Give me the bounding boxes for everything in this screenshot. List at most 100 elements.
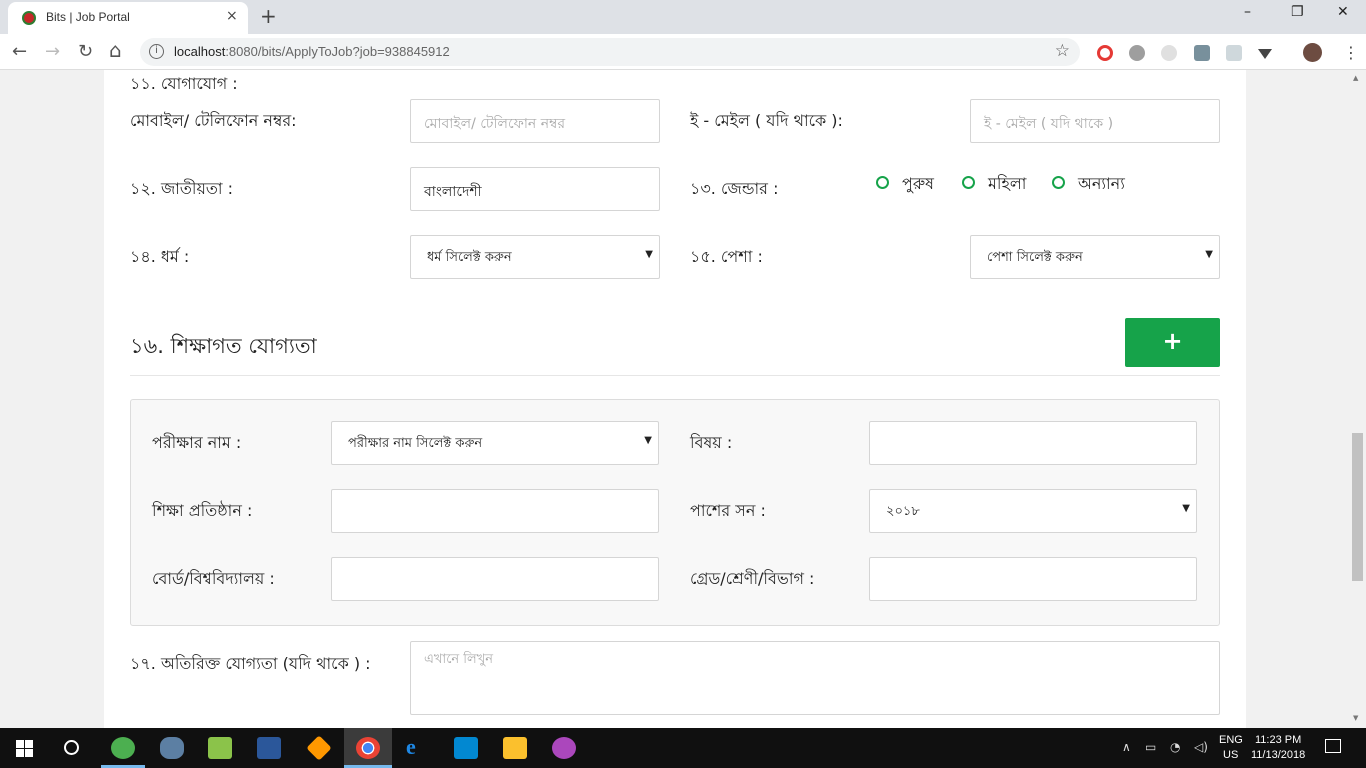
- action-center-icon[interactable]: [1325, 739, 1341, 753]
- scrollbar-thumb[interactable]: [1352, 433, 1363, 581]
- gender-option-label: অন্যান্য: [1078, 174, 1125, 193]
- contact-heading: ১১. যোগাযোগ :: [130, 74, 238, 93]
- clock-time: 11:23 PM: [1254, 734, 1302, 746]
- clock-date: 11/13/2018: [1251, 749, 1306, 761]
- extra-placeholder: এখানে লিখুন: [424, 652, 494, 667]
- back-button[interactable]: ←: [12, 41, 27, 62]
- browser-toolbar: ← → ↻ ⌂ i localhost:8080/bits/ApplyToJob…: [0, 34, 1366, 70]
- institution-label: শিক্ষা প্রতিষ্ঠান :: [152, 501, 253, 520]
- add-education-button[interactable]: +: [1125, 318, 1220, 367]
- url-host: localhost: [174, 44, 226, 59]
- gender-option-label: পুরুষ: [902, 174, 934, 193]
- gender-label: ১৩. জেন্ডার :: [690, 179, 779, 198]
- menu-kebab-icon[interactable]: ⋮: [1343, 43, 1359, 62]
- postgres-elephant-icon[interactable]: [160, 737, 184, 759]
- control-panel-icon[interactable]: [454, 737, 478, 759]
- mobile-label: মোবাইল/ টেলিফোন নম্বর:: [130, 111, 297, 130]
- browser-tab[interactable]: Bits | Job Portal ×: [8, 2, 248, 34]
- passing-year-selected: ২০১৮: [886, 504, 920, 519]
- tab-title: Bits | Job Portal: [46, 10, 130, 24]
- exam-label: পরীক্ষার নাম :: [152, 433, 242, 452]
- nationality-label: ১২. জাতীয়তা :: [130, 179, 234, 198]
- lang-code: ENG: [1219, 734, 1243, 746]
- occupation-label: ১৫. পেশা :: [690, 247, 763, 266]
- word-icon[interactable]: [257, 737, 281, 759]
- url-text[interactable]: localhost:8080/bits/ApplyToJob?job=93884…: [174, 44, 450, 59]
- radio-circle-icon: [1052, 176, 1065, 189]
- site-info-icon[interactable]: i: [149, 44, 164, 59]
- shield-extension-icon[interactable]: [1226, 45, 1242, 61]
- tools-extension-icon[interactable]: [1194, 45, 1210, 61]
- exam-selected: পরীক্ষার নাম সিলেক্ট করুন: [348, 436, 483, 451]
- page-scrollbar[interactable]: ▲ ▼: [1350, 70, 1366, 728]
- exam-select[interactable]: পরীক্ষার নাম সিলেক্ট করুন ▼: [331, 421, 659, 465]
- wifi-icon[interactable]: ◔: [1170, 740, 1180, 754]
- windows-start-icon[interactable]: [16, 740, 33, 757]
- scroll-up-icon[interactable]: ▲: [1353, 74, 1358, 82]
- home-button[interactable]: ⌂: [109, 38, 122, 62]
- maximize-window-button[interactable]: ❐: [1291, 4, 1304, 20]
- paint-icon[interactable]: [552, 737, 576, 759]
- edge-icon[interactable]: e: [406, 734, 416, 760]
- grade-input[interactable]: [869, 557, 1197, 601]
- board-label: বোর্ড/বিশ্ববিদ্যালয় :: [152, 569, 275, 588]
- chevron-down-icon: ▼: [645, 249, 653, 260]
- battery-icon[interactable]: ▭: [1145, 740, 1156, 754]
- app-leaf-icon[interactable]: [111, 737, 135, 759]
- nationality-input[interactable]: বাংলাদেশী: [410, 167, 660, 211]
- globe-extension-icon[interactable]: [1129, 45, 1145, 61]
- profile-avatar[interactable]: [1303, 43, 1322, 62]
- institution-input[interactable]: [331, 489, 659, 533]
- passing-year-select[interactable]: ২০১৮ ▼: [869, 489, 1197, 533]
- email-placeholder: ই - মেইল ( যদি থাকে ): [984, 116, 1114, 132]
- windows-taskbar: e ∧ ▭ ◔ ◁) ENG US 11:23 PM 11/13/2018: [0, 728, 1366, 768]
- chrome-icon[interactable]: [356, 737, 380, 759]
- scroll-down-icon[interactable]: ▼: [1353, 714, 1358, 722]
- subject-input[interactable]: [869, 421, 1197, 465]
- minimize-window-button[interactable]: –: [1244, 4, 1251, 20]
- site-favicon-icon: [22, 11, 36, 25]
- grade-label: গ্রেড/শ্রেণী/বিভাগ :: [690, 569, 815, 588]
- lang-region: US: [1223, 749, 1239, 761]
- close-window-button[interactable]: ✕: [1337, 4, 1349, 20]
- address-bar[interactable]: i localhost:8080/bits/ApplyToJob?job=938…: [140, 38, 1080, 66]
- chevron-down-icon: ▼: [1182, 503, 1190, 514]
- email-label: ই - মেইল ( যদি থাকে ):: [690, 111, 843, 130]
- input-language-indicator[interactable]: ENG US: [1219, 733, 1243, 763]
- chevron-down-icon: ▼: [1205, 249, 1213, 260]
- url-path: :8080/bits/ApplyToJob?job=938845912: [225, 44, 450, 59]
- reload-button[interactable]: ↻: [78, 41, 93, 62]
- bookmark-star-icon[interactable]: ☆: [1055, 41, 1070, 61]
- new-tab-button[interactable]: +: [260, 4, 277, 28]
- education-section-title: ১৬. শিক্ষাগত যোগ্যতা: [130, 334, 317, 358]
- system-clock[interactable]: 11:23 PM 11/13/2018: [1251, 733, 1305, 763]
- extra-qualification-textarea[interactable]: এখানে লিখুন: [410, 641, 1220, 715]
- religion-select[interactable]: ধর্ম সিলেক্ট করুন ▼: [410, 235, 660, 279]
- opera-extension-icon[interactable]: [1097, 45, 1113, 61]
- extra-qualification-label: ১৭. অতিরিক্ত যোগ্যতা (যদি থাকে ) :: [130, 654, 371, 673]
- radio-circle-icon: [962, 176, 975, 189]
- section-divider: [130, 375, 1220, 376]
- religion-label: ১৪. ধর্ম :: [130, 247, 190, 266]
- mobile-input[interactable]: মোবাইল/ টেলিফোন নম্বর: [410, 99, 660, 143]
- radio-circle-icon: [876, 176, 889, 189]
- occupation-select[interactable]: পেশা সিলেক্ট করুন ▼: [970, 235, 1220, 279]
- feather-extension-icon[interactable]: [1161, 45, 1177, 61]
- religion-selected: ধর্ম সিলেক্ট করুন: [427, 250, 512, 265]
- git-icon[interactable]: [306, 735, 332, 761]
- show-hidden-icons-chevron-icon[interactable]: ∧: [1122, 740, 1131, 754]
- subject-label: বিষয় :: [690, 433, 733, 452]
- board-input[interactable]: [331, 557, 659, 601]
- tab-strip: Bits | Job Portal × + – ❐ ✕: [0, 0, 1366, 34]
- file-explorer-icon[interactable]: [503, 737, 527, 759]
- tab-close-icon[interactable]: ×: [226, 8, 238, 24]
- cortana-search-icon[interactable]: [64, 740, 79, 755]
- forward-button[interactable]: →: [45, 41, 60, 62]
- download-icon[interactable]: [1258, 49, 1272, 59]
- nationality-value: বাংলাদেশী: [424, 184, 482, 200]
- email-input[interactable]: ই - মেইল ( যদি থাকে ): [970, 99, 1220, 143]
- passing-year-label: পাশের সন :: [690, 501, 766, 520]
- volume-icon[interactable]: ◁): [1194, 740, 1208, 754]
- gender-option-label: মহিলা: [988, 174, 1027, 193]
- notepad-plus-icon[interactable]: [208, 737, 232, 759]
